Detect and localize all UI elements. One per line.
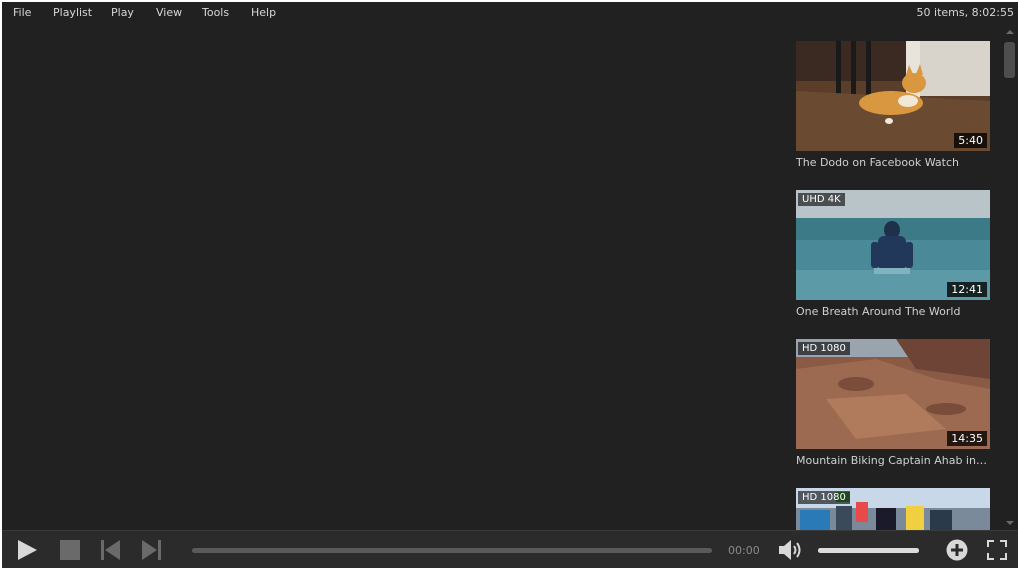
playlist-item[interactable]: UHD 4K 12:41 One Breath Around The World — [796, 190, 990, 318]
playlist-item[interactable]: 5:40 The Dodo on Facebook Watch — [796, 41, 990, 169]
playlist-scrollbar[interactable] — [1002, 26, 1018, 530]
add-icon[interactable] — [946, 539, 968, 561]
volume-level — [818, 548, 919, 553]
video-thumbnail[interactable]: HD 1080 14:35 — [796, 339, 990, 449]
volume-icon[interactable] — [778, 539, 804, 561]
control-bar: 00:00 — [2, 530, 1018, 568]
quality-badge: HD 1080 — [798, 491, 850, 504]
next-icon[interactable] — [141, 540, 161, 560]
scrollbar-thumb[interactable] — [1004, 42, 1015, 78]
quality-badge: HD 1080 — [798, 342, 850, 355]
playlist-item[interactable]: HD 1080 14:35 Mountain Biking Captain Ah… — [796, 339, 990, 467]
seek-bar[interactable] — [192, 548, 712, 553]
playlist-summary: 50 items, 8:02:55 — [916, 6, 1014, 19]
scroll-up-icon[interactable] — [1006, 30, 1014, 34]
menu-tools[interactable]: Tools — [202, 6, 229, 19]
video-duration: 14:35 — [947, 431, 987, 446]
video-title[interactable]: One Breath Around The World — [796, 305, 990, 318]
video-area[interactable] — [2, 26, 782, 530]
menu-playlist[interactable]: Playlist — [53, 6, 92, 19]
player-window: File Playlist Play View Tools Help 50 it… — [2, 2, 1018, 568]
video-thumbnail[interactable]: 5:40 — [796, 41, 990, 151]
stop-icon[interactable] — [60, 540, 80, 560]
time-display: 00:00 — [728, 544, 760, 557]
quality-badge: UHD 4K — [798, 193, 845, 206]
menu-play[interactable]: Play — [111, 6, 134, 19]
video-title[interactable]: Mountain Biking Captain Ahab in Moa... — [796, 454, 990, 467]
playlist-panel: 5:40 The Dodo on Facebook Watch UHD 4K 1… — [786, 26, 1000, 530]
volume-slider[interactable] — [818, 548, 919, 553]
menu-help[interactable]: Help — [251, 6, 276, 19]
play-icon[interactable] — [16, 539, 38, 561]
menu-view[interactable]: View — [156, 6, 182, 19]
playlist-item[interactable]: HD 1080 — [796, 488, 990, 530]
previous-icon[interactable] — [101, 540, 121, 560]
video-title[interactable]: The Dodo on Facebook Watch — [796, 156, 990, 169]
video-thumbnail[interactable]: UHD 4K 12:41 — [796, 190, 990, 300]
scroll-down-icon[interactable] — [1006, 521, 1014, 525]
menu-file[interactable]: File — [13, 6, 31, 19]
video-duration: 12:41 — [947, 282, 987, 297]
fullscreen-icon[interactable] — [987, 540, 1007, 560]
menu-bar: File Playlist Play View Tools Help 50 it… — [2, 2, 1018, 26]
video-thumbnail[interactable]: HD 1080 — [796, 488, 990, 530]
video-duration: 5:40 — [954, 133, 987, 148]
